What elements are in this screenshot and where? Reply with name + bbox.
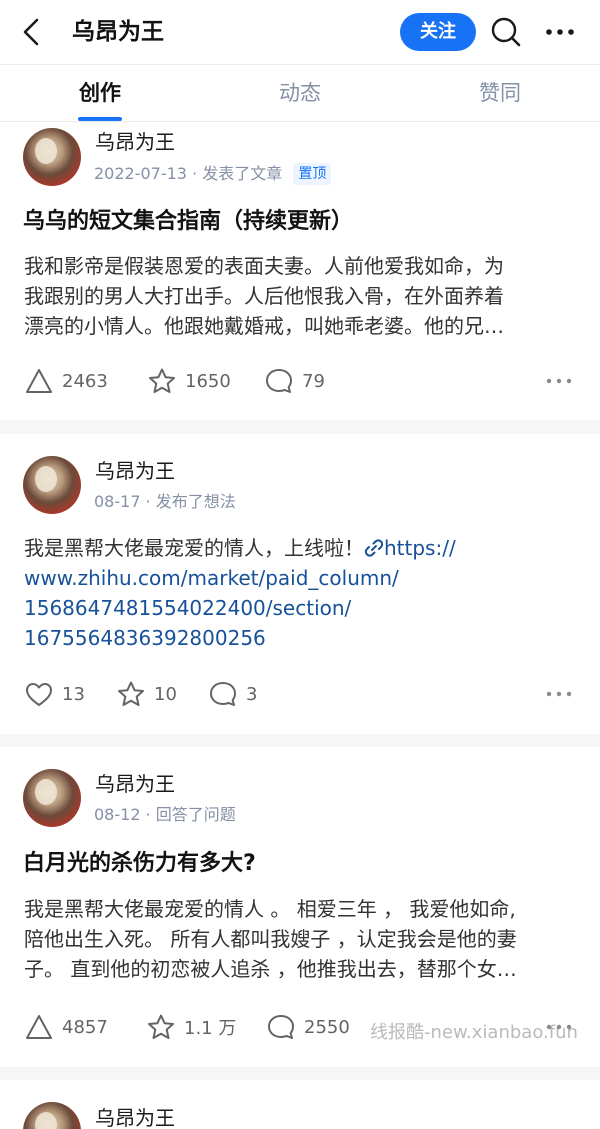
external-link[interactable]: 1568647481554022400/section/ (24, 593, 584, 623)
excerpt-line: 漂亮的小情人。他跟她戴婚戒，叫她乖老婆。他的兄… (24, 314, 504, 338)
pinned-badge: 置顶 (293, 163, 332, 185)
comment-bubble-icon (266, 369, 292, 393)
excerpt-line: 我跟别的男人大打出手。人后他恨我入骨，在外面养着 (24, 284, 504, 308)
comment-button[interactable]: 3 (208, 676, 257, 712)
star-icon (148, 1014, 174, 1039)
star-icon (149, 368, 175, 393)
excerpt-line: 我和影帝是假装恩爱的表面夫妻。人前他爱我如命，为 (24, 254, 504, 278)
avatar[interactable] (23, 769, 81, 827)
more-dots-icon[interactable] (544, 682, 574, 706)
comment-count: 79 (302, 370, 325, 392)
heart-icon (26, 683, 52, 706)
comment-bubble-icon (268, 1015, 294, 1039)
author-name[interactable]: 乌昂为王 (95, 128, 175, 156)
comment-count: 3 (246, 683, 258, 705)
upvote-triangle-icon (26, 369, 52, 393)
post-action: 发布了想法 (155, 492, 236, 511)
question-title[interactable]: 白月光的杀伤力有多大? (23, 848, 256, 880)
more-dots-icon[interactable] (542, 14, 578, 50)
comment-button[interactable]: 2550 (266, 1009, 350, 1045)
action-bar: 13 10 3 (0, 676, 600, 712)
page-title: 乌昂为王 (72, 19, 164, 45)
author-name[interactable]: 乌昂为王 (95, 457, 175, 485)
upvote-count: 4857 (62, 1016, 108, 1038)
excerpt-line: 子。 直到他的初恋被人追杀 ，他推我出去，替那个女… (24, 957, 517, 981)
excerpt-line: 陪他出生入死。 所有人都叫我嫂子 ，认定我会是他的妻 (24, 927, 517, 951)
author-name[interactable]: 乌昂为王 (95, 770, 175, 798)
article-title[interactable]: 乌乌的短文集合指南（持续更新） (23, 206, 353, 238)
author-name[interactable]: 乌昂为王 (95, 1104, 175, 1129)
comment-button[interactable]: 79 (264, 363, 325, 399)
post-date: 08-12 (94, 805, 141, 824)
tab-activity[interactable]: 动态 (240, 65, 360, 121)
back-arrow-icon[interactable] (14, 14, 50, 50)
feed-item-partial[interactable]: 乌昂为王 (0, 1080, 600, 1129)
feed-item-idea[interactable]: 乌昂为王 08-17 · 发布了想法 我是黑帮大佬最宠爱的情人，上线啦！ http… (0, 434, 600, 734)
profile-tabs: 创作 动态 赞同 (0, 64, 600, 122)
external-link[interactable]: https:// (384, 536, 456, 560)
post-date: 2022-07-13 (94, 164, 187, 183)
external-link[interactable]: www.zhihu.com/market/paid_column/ (24, 563, 584, 593)
post-action: 回答了问题 (155, 805, 236, 824)
tab-upvoted[interactable]: 赞同 (440, 65, 560, 121)
post-meta: 08-17 · 发布了想法 (94, 492, 236, 511)
top-navigation-bar: 乌昂为王 关注 (0, 0, 600, 64)
upvote-triangle-icon (26, 1015, 52, 1039)
more-dots-icon[interactable] (544, 369, 574, 393)
idea-content[interactable]: 我是黑帮大佬最宠爱的情人，上线啦！ https:// www.zhihu.com/… (24, 533, 584, 653)
upvote-count: 2463 (62, 370, 108, 392)
post-meta: 2022-07-13 · 发表了文章 置顶 (94, 162, 332, 186)
active-tab-indicator (78, 117, 122, 121)
feed-item-article[interactable]: 乌昂为王 2022-07-13 · 发表了文章 置顶 乌乌的短文集合指南（持续更… (0, 122, 600, 420)
article-excerpt[interactable]: 我和影帝是假装恩爱的表面夫妻。人前他爱我如命，为 我跟别的男人大打出手。人后他恨… (24, 251, 584, 341)
tab-creations[interactable]: 创作 (40, 65, 160, 121)
upvote-button[interactable]: 2463 (24, 363, 108, 399)
post-action: 发表了文章 (202, 164, 283, 183)
search-icon[interactable] (488, 14, 524, 50)
answer-excerpt[interactable]: 我是黑帮大佬最宠爱的情人 。 相爱三年 ， 我爱他如命, 陪他出生入死。 所有人… (24, 894, 584, 984)
post-date: 08-17 (94, 492, 141, 511)
comment-bubble-icon (210, 682, 236, 706)
collect-button[interactable]: 1650 (147, 363, 231, 399)
collect-count: 1.1 万 (184, 1018, 237, 1039)
link-icon (364, 536, 384, 560)
avatar[interactable] (23, 128, 81, 186)
collect-button[interactable]: 1.1 万 (146, 1009, 236, 1045)
external-link[interactable]: 1675564836392800256 (24, 623, 584, 653)
comment-count: 2550 (304, 1016, 350, 1038)
post-meta: 08-12 · 回答了问题 (94, 805, 236, 824)
upvote-button[interactable]: 4857 (24, 1009, 108, 1045)
star-icon (118, 681, 144, 706)
collect-count: 10 (154, 683, 177, 705)
like-button[interactable]: 13 (24, 676, 85, 712)
idea-text: 我是黑帮大佬最宠爱的情人，上线啦！ (24, 536, 364, 560)
collect-count: 1650 (185, 370, 231, 392)
avatar[interactable] (23, 456, 81, 514)
avatar[interactable] (23, 1102, 81, 1129)
action-bar: 2463 1650 79 (0, 363, 600, 399)
watermark-text: 线报酷-new.xianbao.fun (370, 1022, 578, 1043)
follow-button[interactable]: 关注 (400, 13, 476, 51)
collect-button[interactable]: 10 (116, 676, 177, 712)
excerpt-line: 我是黑帮大佬最宠爱的情人 。 相爱三年 ， 我爱他如命, (24, 897, 516, 921)
like-count: 13 (62, 683, 85, 705)
